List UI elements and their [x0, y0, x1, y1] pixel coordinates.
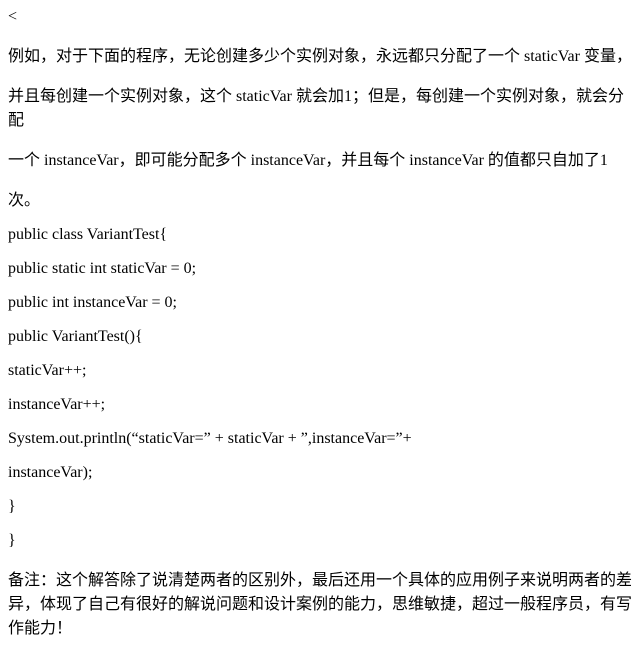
code-line-9: }: [8, 498, 632, 516]
code-block: public class VariantTest{ public static …: [8, 226, 632, 550]
intro-line-4: 次。: [8, 186, 632, 210]
code-line-8: instanceVar);: [8, 464, 632, 482]
code-line-10: }: [8, 532, 632, 550]
note-paragraph: 备注：这个解答除了说清楚两者的区别外，最后还用一个具体的应用例子来说明两者的差异…: [8, 566, 632, 638]
code-line-2: public static int staticVar = 0;: [8, 260, 632, 278]
code-line-6: instanceVar++;: [8, 396, 632, 414]
code-line-4: public VariantTest(){: [8, 328, 632, 346]
code-line-3: public int instanceVar = 0;: [8, 294, 632, 312]
code-line-7: System.out.println(“staticVar=” + static…: [8, 430, 632, 448]
code-line-1: public class VariantTest{: [8, 226, 632, 244]
intro-line-2: 并且每创建一个实例对象，这个 staticVar 就会加1；但是，每创建一个实例…: [8, 82, 632, 130]
code-line-5: staticVar++;: [8, 362, 632, 380]
intro-paragraph: 例如，对于下面的程序，无论创建多少个实例对象，永远都只分配了一个 staticV…: [8, 42, 632, 210]
intro-line-1: 例如，对于下面的程序，无论创建多少个实例对象，永远都只分配了一个 staticV…: [8, 42, 632, 66]
intro-line-3: 一个 instanceVar，即可能分配多个 instanceVar，并且每个 …: [8, 146, 632, 170]
